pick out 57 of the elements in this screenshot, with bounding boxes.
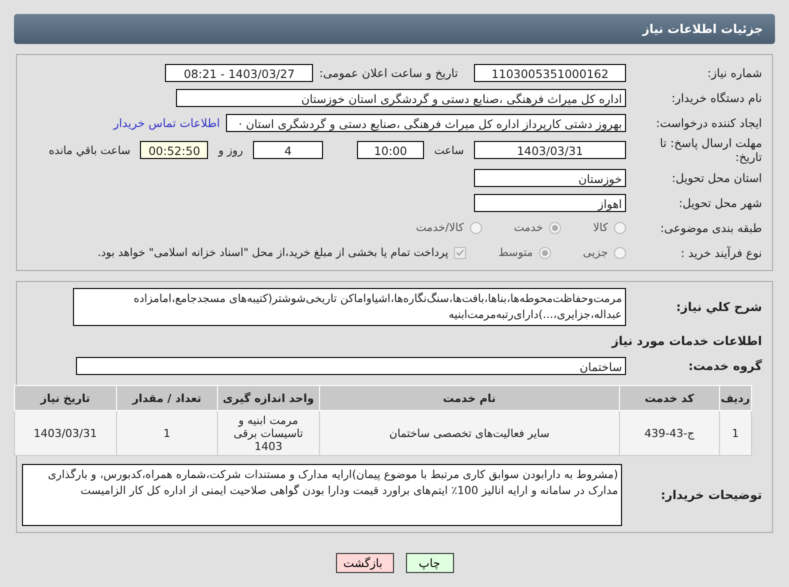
table-cell: 1 bbox=[116, 410, 218, 456]
field-label: ایجاد کننده درخواست: bbox=[655, 116, 763, 130]
field-label: ساعت bbox=[434, 144, 464, 156]
table-cell: ج-43-439 bbox=[620, 410, 720, 456]
field-label: شرح کلي نیاز: bbox=[675, 300, 763, 314]
announce-date-field: 1403/03/27 - 08:21 bbox=[165, 64, 314, 82]
table-cell: 1 bbox=[719, 410, 752, 456]
table-cell: مرمت ابنیه و تاسیسات برقی 1403 bbox=[218, 410, 320, 456]
table-cell: 1403/03/31 bbox=[14, 410, 116, 456]
option-label: متوسط bbox=[498, 246, 533, 259]
service-group-field: ساختمان bbox=[76, 356, 626, 374]
province-field: خوزستان bbox=[474, 168, 626, 186]
checkbox[interactable] bbox=[454, 246, 466, 258]
column-header: کد خدمت bbox=[620, 386, 720, 410]
table-cell: سایر فعالیت‌های تخصصی ساختمان bbox=[319, 410, 620, 456]
field-label: توضیحات خریدار: bbox=[660, 488, 763, 502]
checkbox-label: پرداخت تمام یا بخشی از مبلغ خرید،از محل "اسناد خزانه اسلامی" خواهد بود. bbox=[98, 246, 448, 259]
option-label: کالا/خدمت bbox=[416, 221, 464, 234]
print-button[interactable]: چاپ bbox=[406, 553, 454, 573]
radio-button[interactable] bbox=[538, 246, 551, 258]
field-label: روز و bbox=[218, 144, 244, 156]
column-header: تاریخ نیاز bbox=[14, 386, 116, 410]
remaining-time-field: 00:52:50 bbox=[140, 141, 208, 159]
deadline-date-field: 1403/03/31 bbox=[474, 141, 626, 159]
radio-button[interactable] bbox=[549, 222, 562, 234]
section-heading: اطلاعات خدمات مورد نیاز bbox=[610, 333, 763, 350]
field-label: شماره نیاز: bbox=[706, 66, 763, 80]
radio-button[interactable] bbox=[614, 222, 626, 234]
field-label: مهلت ارسال پاسخ: تا تاریخ: bbox=[658, 136, 763, 164]
deadline-time-field: 10:00 bbox=[357, 141, 424, 159]
need-number-field: 1103005351000162 bbox=[474, 64, 626, 82]
contact-link[interactable]: اطلاعات تماس خریدار bbox=[113, 116, 220, 130]
option-label: جزیی bbox=[582, 246, 608, 259]
field-label: ساعت باقي مانده bbox=[48, 144, 130, 156]
column-header: تعداد / مقدار bbox=[116, 386, 218, 410]
days-field: 4 bbox=[253, 141, 324, 159]
field-label: تاریخ و ساعت اعلان عمومی: bbox=[319, 66, 458, 80]
notes-textarea: (مشروط به دارابودن سوابق کاری مرتبط با موضوع پیمان)ارایه مدارک و مستندات شرکت،شماره همراه،کدبورس، و بارگذاری مدارک در سامانه و ارایه انالیز 100٪ ایتم‌های براورد قیمت ودارا بودن گواهی صلاحیت ایمنی از اداره کل کار الزامیست bbox=[22, 464, 622, 526]
field-label: نام دستگاه خریدار: bbox=[670, 90, 763, 104]
buyer-field: اداره کل میراث فرهنگی ،صنایع دستی و گردشگری استان خوزستان bbox=[176, 88, 626, 106]
option-label: خدمت bbox=[514, 221, 544, 234]
option-label: کالا bbox=[593, 221, 608, 234]
field-label: نوع فرآیند خرید : bbox=[680, 246, 763, 260]
field-label: شهر محل تحویل: bbox=[678, 196, 763, 210]
column-header: نام خدمت bbox=[319, 386, 620, 410]
radio-button[interactable] bbox=[470, 222, 482, 234]
field-label: گروه خدمت: bbox=[687, 358, 763, 372]
field-label: طبقه بندی موضوعی: bbox=[659, 220, 763, 234]
radio-button[interactable] bbox=[614, 246, 626, 258]
back-button[interactable]: بازگشت bbox=[336, 553, 394, 573]
requester-field: بهروز دشتی کارپرداز اداره کل میراث فرهنگی ،صنایع دستی و گردشگری استان · bbox=[226, 114, 626, 132]
column-header: واحد اندازه گیری bbox=[218, 386, 320, 410]
page-title: جزئیات اطلاعات نیاز bbox=[642, 22, 763, 36]
summary-textarea: مرمت‌وحفاظت‌محوطه‌ها،بناها،بافت‌ها،سنگ‌نگاره‌ها،اشیاواماکن تاریخی‌شوشتر(کتیبه‌های مسجدجامع،امامزاده عبداله،جزایری،...)دارای‌رتبه‌مرمت‌ابنیه bbox=[73, 288, 626, 326]
column-header: ردیف bbox=[719, 386, 752, 410]
city-field: اهواز bbox=[474, 194, 626, 212]
field-label: استان محل تحویل: bbox=[670, 170, 763, 184]
